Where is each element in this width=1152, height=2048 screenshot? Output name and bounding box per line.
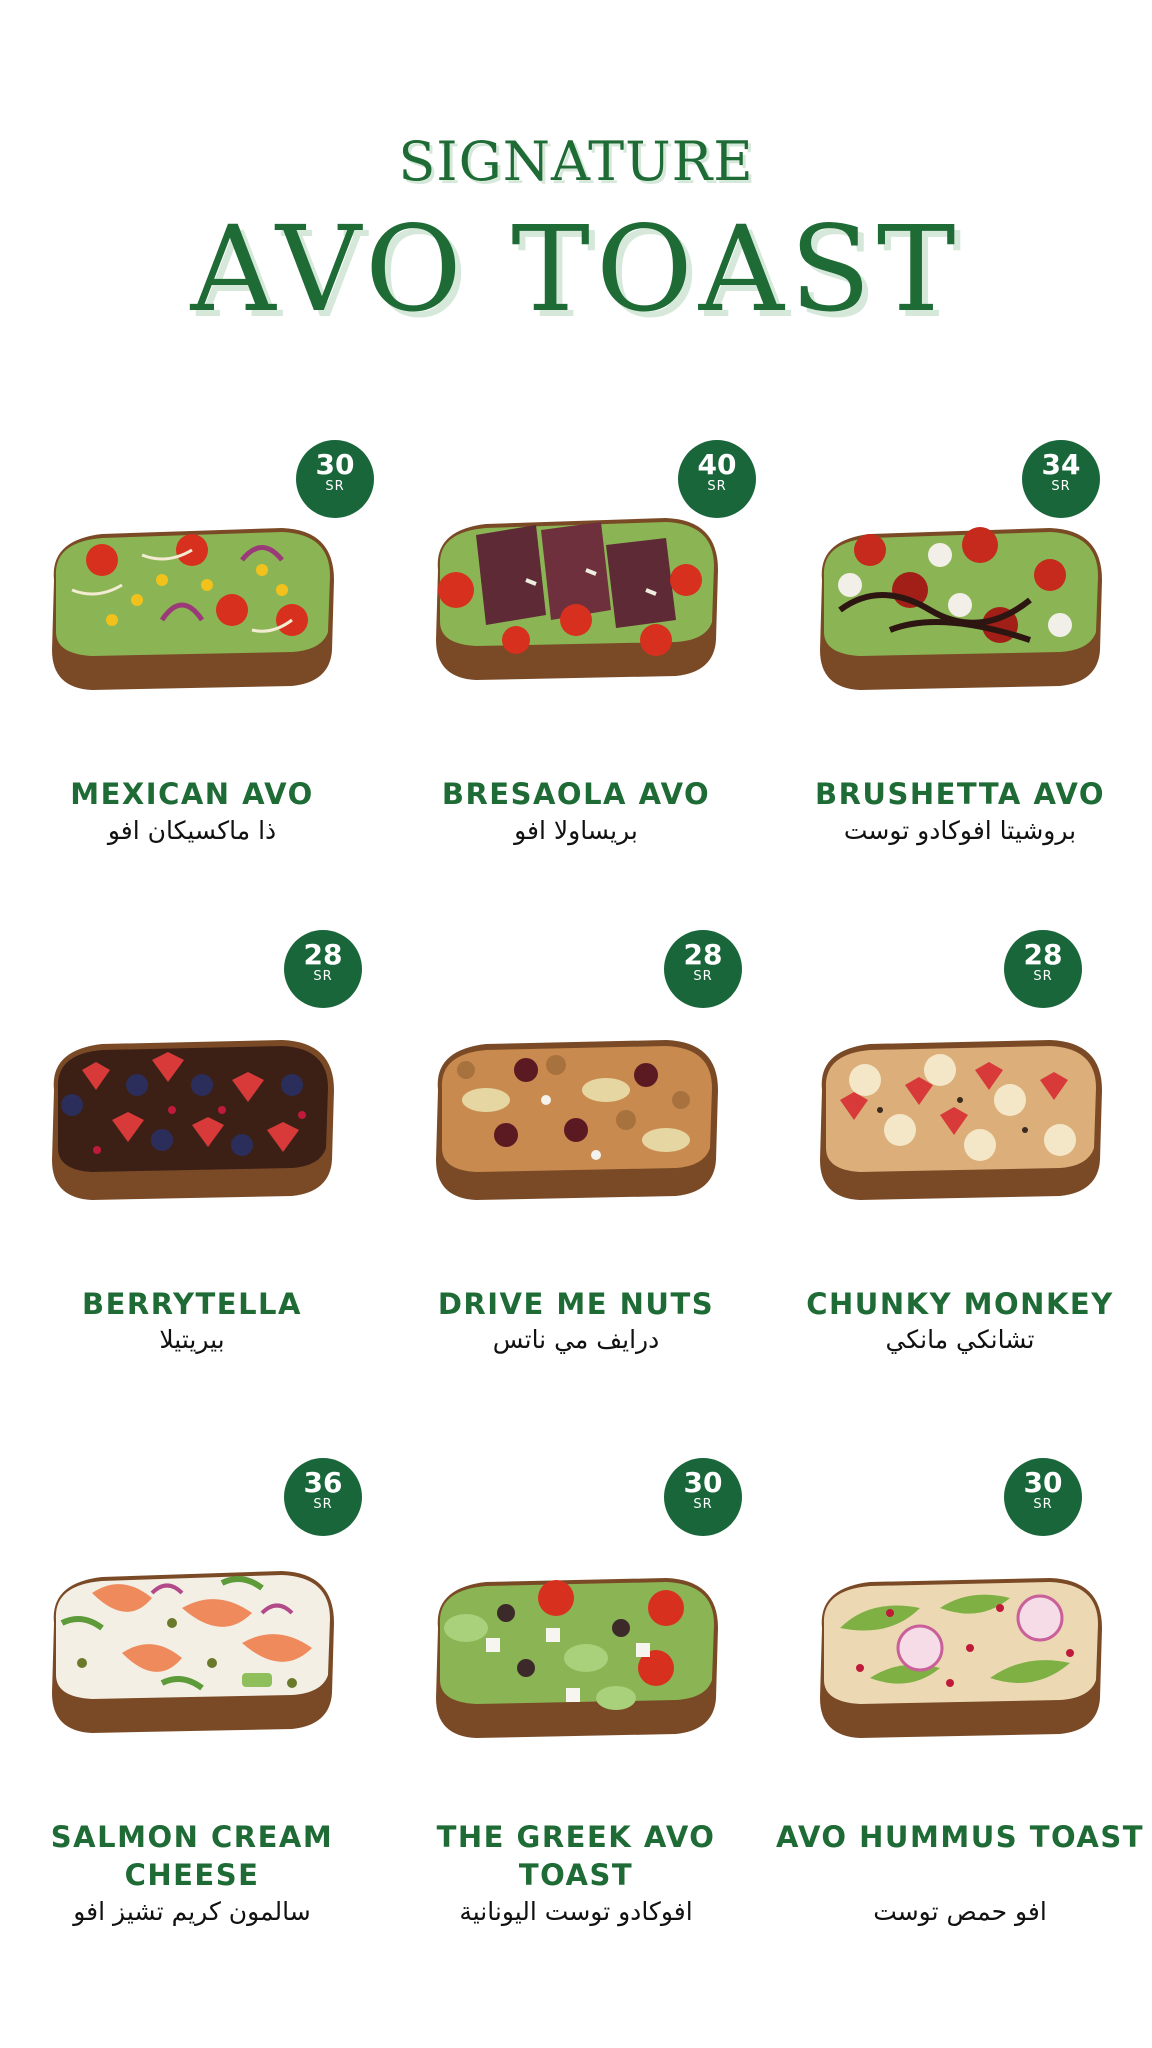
price-badge: 28 SR <box>1004 930 1082 1008</box>
currency-label: SR <box>1051 479 1071 494</box>
price-badge: 30 SR <box>664 1458 742 1536</box>
menu-item-avo-hummus-toast[interactable]: 30 SR AVO HUMMUS TOAST افو حمص توست <box>768 1458 1152 1978</box>
item-name-en: BRUSHETTA AVO <box>814 777 1106 811</box>
menu-item-drive-me-nuts[interactable]: 28 SR DRIVE ME NUTS درايف مي ناتس <box>384 930 768 1450</box>
item-name-ar: بيريتيلا <box>159 1325 225 1354</box>
item-name-ar: بريساولا افو <box>514 816 638 845</box>
toast-image <box>42 1030 342 1220</box>
menu-subtitle: SIGNATURE <box>398 130 754 193</box>
menu-item-brushetta-avo[interactable]: 34 SR BRUSHETTA AVO بروشيتا افوكادو توست <box>768 440 1152 960</box>
price-value: 34 <box>1041 448 1081 481</box>
item-name-ar: درايف مي ناتس <box>492 1325 660 1354</box>
currency-label: SR <box>693 969 713 984</box>
item-name-en: BRESAOLA AVO <box>441 777 711 811</box>
price-value: 28 <box>1023 938 1063 971</box>
price-value: 28 <box>303 938 343 971</box>
item-name-en: CHUNKY MONKEY <box>806 1287 1114 1321</box>
price-value: 30 <box>683 1466 723 1499</box>
item-name-en: MEXICAN AVO <box>70 777 314 811</box>
toast-image <box>426 1030 726 1220</box>
item-name-ar: بروشيتا افوكادو توست <box>843 816 1077 845</box>
item-name-ar: تشانكي مانكي <box>885 1325 1035 1354</box>
price-badge: 28 SR <box>284 930 362 1008</box>
currency-label: SR <box>313 969 333 984</box>
item-name-en: THE GREEK AVO TOAST <box>436 1820 716 1892</box>
toast-image <box>426 1568 726 1758</box>
item-name-en: DRIVE ME NUTS <box>437 1287 715 1321</box>
price-value: 40 <box>697 448 737 481</box>
price-value: 30 <box>315 448 355 481</box>
toast-image <box>810 1030 1110 1220</box>
toast-image <box>426 500 726 690</box>
price-badge: 30 SR <box>1004 1458 1082 1536</box>
price-badge: 34 SR <box>1022 440 1100 518</box>
price-badge: 30 SR <box>296 440 374 518</box>
menu-item-chunky-monkey[interactable]: 28 SR CHUNKY MONKEY تشانكي مانكي <box>768 930 1152 1450</box>
item-name-en: BERRYTELLA <box>82 1287 302 1321</box>
price-value: 36 <box>303 1466 343 1499</box>
price-badge: 36 SR <box>284 1458 362 1536</box>
currency-label: SR <box>1033 1497 1053 1512</box>
currency-label: SR <box>313 1497 333 1512</box>
price-value: 28 <box>683 938 723 971</box>
menu-item-the-greek-avo-toast[interactable]: 30 SR THE GREEK AVO TOAST افوكادو توست ا… <box>384 1458 768 1978</box>
item-name-en: SALMON CREAM CHEESE <box>50 1820 334 1892</box>
toast-image <box>42 510 342 700</box>
menu-title: AVO TOAST <box>190 200 962 338</box>
item-name-en: AVO HUMMUS TOAST <box>776 1820 1144 1854</box>
toast-image <box>810 1568 1110 1758</box>
toast-image <box>810 510 1110 700</box>
price-value: 30 <box>1023 1466 1063 1499</box>
item-name-ar: ذا ماكسيكان افو <box>107 816 277 845</box>
currency-label: SR <box>707 479 727 494</box>
currency-label: SR <box>325 479 345 494</box>
toast-image <box>42 1553 342 1743</box>
menu-item-salmon-cream-cheese[interactable]: 36 SR SALMON CREAM CHEESE سالمون كريم تش… <box>0 1458 384 1978</box>
menu-item-mexican-avo[interactable]: 30 SR MEXICAN AVO ذا ماكسيكان افو <box>0 440 384 960</box>
menu-item-bresaola-avo[interactable]: 40 SR BRESAOLA AVO بريساولا افو <box>384 440 768 960</box>
menu-item-berrytella[interactable]: 28 SR BERRYTELLA بيريتيلا <box>0 930 384 1450</box>
currency-label: SR <box>693 1497 713 1512</box>
currency-label: SR <box>1033 969 1053 984</box>
item-name-ar: افو حمص توست <box>873 1897 1047 1926</box>
item-name-ar: سالمون كريم تشيز افو <box>73 1897 311 1926</box>
item-name-ar: افوكادو توست اليونانية <box>459 1897 693 1926</box>
price-badge: 28 SR <box>664 930 742 1008</box>
